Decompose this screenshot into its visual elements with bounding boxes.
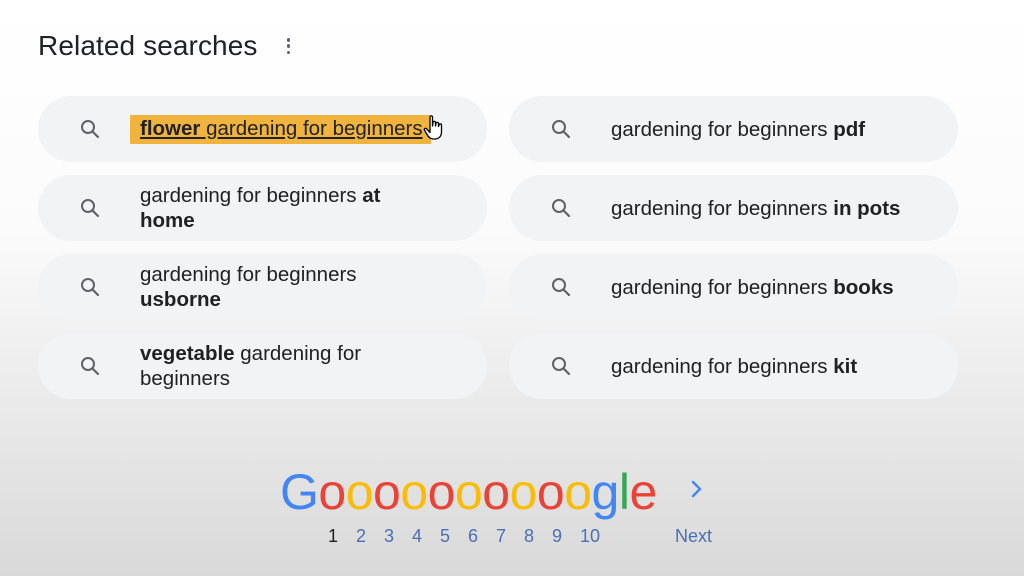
related-searches-grid: flower gardening for beginners gardening… — [38, 96, 958, 399]
related-search-chip[interactable]: flower gardening for beginners — [38, 96, 487, 162]
page-number-3[interactable]: 3 — [384, 526, 412, 547]
more-options-icon[interactable] — [284, 35, 294, 57]
page-number-9[interactable]: 9 — [552, 526, 580, 547]
search-icon — [552, 278, 571, 297]
related-searches-header: Related searches — [38, 30, 294, 62]
search-icon — [552, 357, 571, 376]
search-icon — [552, 199, 571, 218]
related-search-chip[interactable]: gardening for beginners usborne — [38, 254, 487, 320]
page-number-4[interactable]: 4 — [412, 526, 440, 547]
page-number-7[interactable]: 7 — [496, 526, 524, 547]
page-number-10[interactable]: 10 — [580, 526, 616, 547]
related-search-chip[interactable]: gardening for beginners kit — [509, 333, 958, 399]
page-number-1[interactable]: 1 — [328, 526, 356, 547]
related-search-text: gardening for beginners kit — [611, 354, 858, 378]
search-icon — [81, 199, 100, 218]
page-number-6[interactable]: 6 — [468, 526, 496, 547]
related-search-text: flower gardening for beginners — [130, 114, 431, 144]
related-search-chip[interactable]: gardening for beginners pdf — [509, 96, 958, 162]
pagination: Goooooooooogle 1 2 3 4 5 6 7 8 9 10 Next — [280, 460, 740, 560]
related-search-text: gardening for beginners usborne — [140, 263, 357, 311]
search-icon — [81, 278, 100, 297]
related-search-chip[interactable]: gardening for beginners at home — [38, 175, 487, 241]
page-number-2[interactable]: 2 — [356, 526, 384, 547]
hand-cursor-icon — [423, 115, 443, 140]
search-icon — [81, 357, 100, 376]
search-icon — [81, 120, 100, 139]
next-page-link[interactable]: Next — [675, 526, 712, 547]
page-number-5[interactable]: 5 — [440, 526, 468, 547]
chevron-right-icon[interactable] — [688, 478, 706, 500]
search-icon — [552, 120, 571, 139]
google-pagination-logo: Goooooooooogle — [280, 464, 657, 520]
related-search-chip[interactable]: gardening for beginners in pots — [509, 175, 958, 241]
related-search-text: gardening for beginners at home — [140, 184, 381, 232]
related-search-text: gardening for beginners in pots — [611, 196, 901, 220]
related-search-chip[interactable]: gardening for beginners books — [509, 254, 958, 320]
page-numbers: 1 2 3 4 5 6 7 8 9 10 — [328, 526, 616, 547]
related-search-text: gardening for beginners books — [611, 275, 894, 299]
section-title: Related searches — [38, 30, 258, 61]
related-search-text: gardening for beginners pdf — [611, 117, 866, 141]
related-search-chip[interactable]: vegetable gardening for beginners — [38, 333, 487, 399]
page-number-8[interactable]: 8 — [524, 526, 552, 547]
related-search-text: vegetable gardening for beginners — [140, 342, 362, 390]
